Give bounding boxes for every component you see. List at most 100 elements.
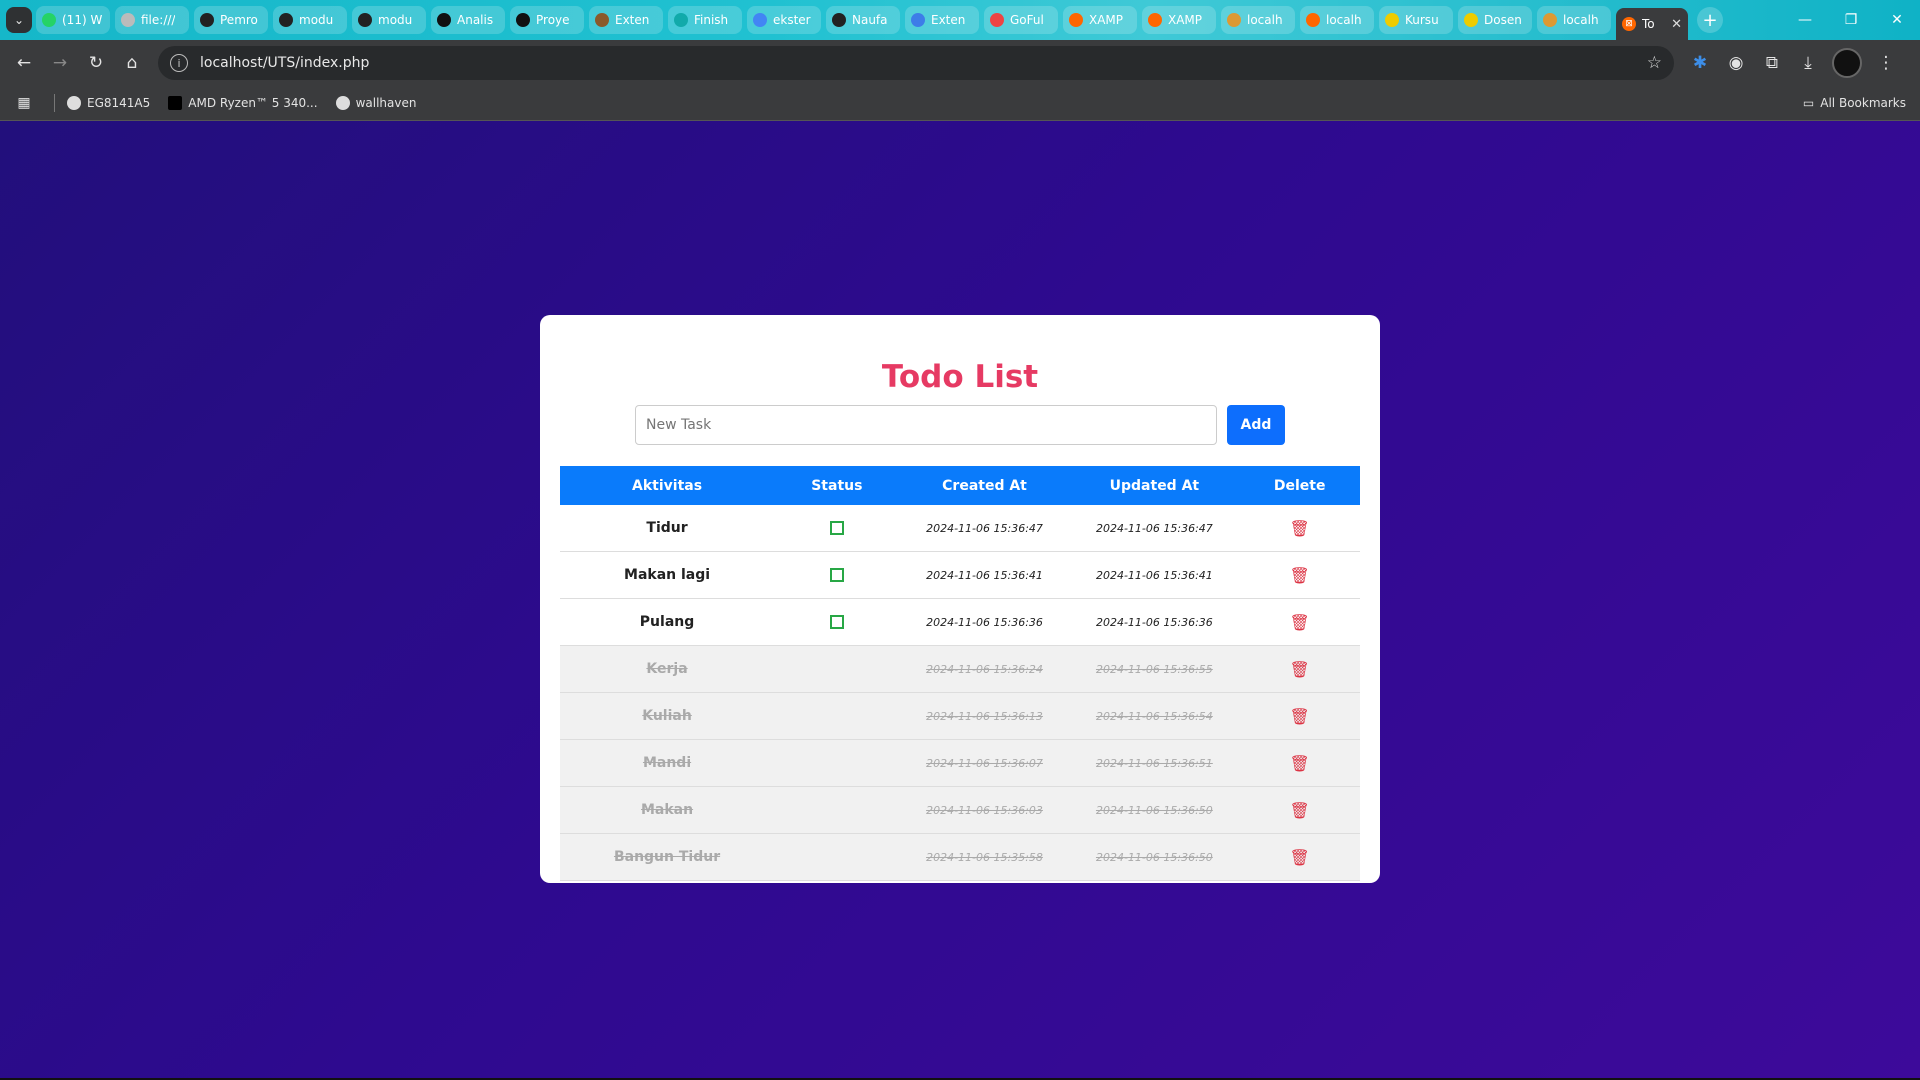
tab[interactable]: localh bbox=[1300, 6, 1374, 34]
tab[interactable]: ekster bbox=[747, 6, 821, 34]
delete-cell: 🗑 bbox=[1239, 833, 1360, 881]
tab-title: modu bbox=[378, 13, 413, 27]
close-icon[interactable]: ✕ bbox=[1671, 17, 1682, 32]
tab-list: (11) W file:/// Pemro modu modu Analis Proye Ex… bbox=[36, 6, 1616, 34]
site-info-icon[interactable]: i bbox=[170, 54, 188, 72]
reload-button[interactable]: ↻ bbox=[78, 53, 114, 73]
tab-favicon-icon bbox=[1306, 13, 1320, 27]
updated-at-cell: 2024-11-06 15:36:54 bbox=[1069, 692, 1240, 740]
close-window-button[interactable]: ✕ bbox=[1874, 12, 1920, 28]
tab[interactable]: Finish bbox=[668, 6, 742, 34]
tab-title: Analis bbox=[457, 13, 494, 27]
tab[interactable]: Exten bbox=[905, 6, 979, 34]
bookmark-star-icon[interactable]: ☆ bbox=[1647, 53, 1662, 73]
all-bookmarks-label: All Bookmarks bbox=[1820, 96, 1906, 110]
tab[interactable]: Analis bbox=[431, 6, 505, 34]
trash-icon[interactable]: 🗑 bbox=[1290, 848, 1310, 867]
bookmark-label: AMD Ryzen™ 5 340... bbox=[188, 96, 318, 110]
tab[interactable]: XAMP bbox=[1142, 6, 1216, 34]
trash-icon[interactable]: 🗑 bbox=[1290, 660, 1310, 679]
url-text[interactable]: localhost/UTS/index.php bbox=[200, 55, 1647, 71]
tab[interactable]: (11) W bbox=[36, 6, 110, 34]
toolbar-actions: ✱ ◉ ⧉ ⤓ ⋮ bbox=[1682, 48, 1904, 78]
tab[interactable]: localh bbox=[1537, 6, 1611, 34]
tab[interactable]: modu bbox=[352, 6, 426, 34]
table-row: Pulang 2024-11-06 15:36:36 2024-11-06 15:3… bbox=[560, 598, 1360, 646]
globe-icon bbox=[67, 96, 81, 110]
trash-icon[interactable]: 🗑 bbox=[1290, 754, 1310, 773]
created-at-cell: 2024-11-06 15:36:36 bbox=[899, 598, 1070, 646]
bookmarks-bar: ▦ EG8141A5 AMD Ryzen™ 5 340... wallhaven… bbox=[0, 86, 1920, 121]
extensions-puzzle-icon[interactable]: ⧉ bbox=[1754, 53, 1790, 73]
delete-cell: 🗑 bbox=[1239, 598, 1360, 646]
tab[interactable]: localh bbox=[1221, 6, 1295, 34]
tab[interactable]: GoFul bbox=[984, 6, 1058, 34]
updated-at-cell: 2024-11-06 15:36:41 bbox=[1069, 551, 1240, 599]
created-at-cell: 2024-11-06 15:36:07 bbox=[899, 739, 1070, 787]
address-bar[interactable]: i localhost/UTS/index.php ☆ bbox=[158, 46, 1674, 80]
all-bookmarks-button[interactable]: ▭ All Bookmarks bbox=[1803, 96, 1906, 110]
trash-icon[interactable]: 🗑 bbox=[1290, 566, 1310, 585]
tab-favicon-icon bbox=[279, 13, 293, 27]
tab-favicon-icon bbox=[674, 13, 688, 27]
new-tab-button[interactable]: + bbox=[1697, 7, 1723, 33]
trash-icon[interactable]: 🗑 bbox=[1290, 707, 1310, 726]
tab-favicon-icon bbox=[42, 13, 56, 27]
trash-icon[interactable]: 🗑 bbox=[1290, 613, 1310, 632]
profile-avatar[interactable] bbox=[1832, 48, 1862, 78]
new-task-input[interactable] bbox=[635, 405, 1217, 445]
bookmark-item[interactable]: wallhaven bbox=[335, 96, 416, 110]
bookmark-item[interactable]: EG8141A5 bbox=[67, 96, 150, 110]
updated-at-cell: 2024-11-06 15:36:47 bbox=[1069, 505, 1240, 552]
activity-cell: Pulang bbox=[560, 598, 775, 646]
todo-card: Todo List Add Aktivitas Status Created A… bbox=[540, 315, 1380, 883]
status-checkbox[interactable] bbox=[829, 615, 844, 629]
tab-title: Proye bbox=[536, 13, 570, 27]
table-row: Kuliah 2024-11-06 15:36:13 2024-11-06 15:3… bbox=[560, 692, 1360, 740]
tab-favicon-icon bbox=[1148, 13, 1162, 27]
trash-icon[interactable]: 🗑 bbox=[1290, 801, 1310, 820]
tab[interactable]: Exten bbox=[589, 6, 663, 34]
tab[interactable]: Dosen bbox=[1458, 6, 1532, 34]
status-checkbox[interactable] bbox=[829, 568, 844, 582]
delete-cell: 🗑 bbox=[1239, 786, 1360, 834]
minimize-button[interactable]: — bbox=[1782, 12, 1828, 28]
tab[interactable]: modu bbox=[273, 6, 347, 34]
menu-kebab-icon[interactable]: ⋮ bbox=[1868, 53, 1904, 73]
status-cell bbox=[774, 551, 900, 599]
download-icon[interactable]: ⤓ bbox=[1790, 53, 1826, 73]
tab-title: localh bbox=[1326, 13, 1362, 27]
status-checkbox[interactable] bbox=[829, 521, 844, 535]
header-created-at: Created At bbox=[942, 477, 1027, 494]
tab-strip: ⌄ (11) W file:/// Pemro modu modu Analis Proye… bbox=[0, 0, 1920, 40]
page-background: Todo List Add Aktivitas Status Created A… bbox=[0, 121, 1920, 1080]
tab-active[interactable]: ⊠ To ✕ bbox=[1616, 8, 1688, 40]
restore-button[interactable]: ❐ bbox=[1828, 12, 1874, 28]
tab-title: XAMP bbox=[1168, 13, 1203, 27]
tab[interactable]: XAMP bbox=[1063, 6, 1137, 34]
tab-favicon-icon bbox=[200, 13, 214, 27]
apps-grid-icon[interactable]: ▦ bbox=[6, 95, 42, 111]
tab-search-button[interactable]: ⌄ bbox=[6, 7, 32, 33]
tab[interactable]: Proye bbox=[510, 6, 584, 34]
camera-icon[interactable]: ◉ bbox=[1718, 53, 1754, 73]
updated-at-cell: 2024-11-06 15:36:50 bbox=[1069, 786, 1240, 834]
trash-icon[interactable]: 🗑 bbox=[1290, 519, 1310, 538]
back-button[interactable]: ← bbox=[6, 53, 42, 73]
delete-cell: 🗑 bbox=[1239, 692, 1360, 740]
created-at-cell: 2024-11-06 15:36:24 bbox=[899, 645, 1070, 693]
updated-at-cell: 2024-11-06 15:36:55 bbox=[1069, 645, 1240, 693]
add-task-form: Add bbox=[560, 405, 1360, 445]
tab[interactable]: Naufa bbox=[826, 6, 900, 34]
tab-title: Exten bbox=[931, 13, 966, 27]
forward-button[interactable]: → bbox=[42, 53, 78, 73]
extension-icon[interactable]: ✱ bbox=[1682, 53, 1718, 73]
bookmark-item[interactable]: AMD Ryzen™ 5 340... bbox=[168, 96, 318, 110]
tab[interactable]: file:/// bbox=[115, 6, 189, 34]
tab[interactable]: Pemro bbox=[194, 6, 268, 34]
add-button[interactable]: Add bbox=[1227, 405, 1285, 445]
header-status: Status bbox=[811, 477, 863, 494]
home-button[interactable]: ⌂ bbox=[114, 53, 150, 73]
delete-cell: 🗑 bbox=[1239, 739, 1360, 787]
tab[interactable]: Kursu bbox=[1379, 6, 1453, 34]
